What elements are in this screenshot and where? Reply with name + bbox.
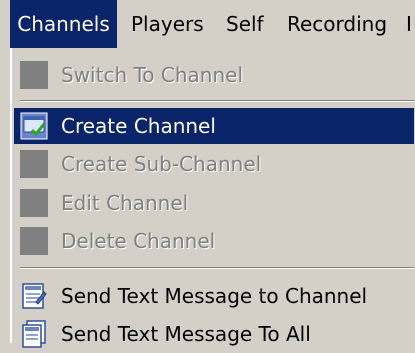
menu-item-send-text-message-to-channel[interactable]: Send Text Message to Channel xyxy=(14,278,414,314)
menu-item-label: Create Sub-Channel xyxy=(61,152,262,176)
message-all-icon xyxy=(20,320,48,348)
menu-item-label: Delete Channel xyxy=(61,229,216,253)
message-icon xyxy=(20,282,48,310)
menu-bar: Channels Players Self Recording I xyxy=(0,0,415,48)
menu-self[interactable]: Self xyxy=(226,0,264,48)
menu-item-label: Edit Channel xyxy=(61,191,189,215)
placeholder-icon xyxy=(20,61,48,89)
menu-item-label: Switch To Channel xyxy=(61,63,244,87)
create-channel-icon xyxy=(20,112,48,140)
menu-item-create-channel[interactable]: Create Channel xyxy=(14,108,414,144)
menu-item-switch-to-channel[interactable]: Switch To Channel xyxy=(14,57,414,93)
placeholder-icon xyxy=(20,150,48,178)
channels-dropdown-menu: Switch To Channel Create Channel Create … xyxy=(10,48,415,348)
menu-item-label: Send Text Message to Channel xyxy=(61,284,368,308)
menu-item-create-sub-channel[interactable]: Create Sub-Channel xyxy=(14,146,414,182)
menu-item-label: Create Channel xyxy=(61,114,216,138)
menu-separator xyxy=(20,100,414,102)
menu-channels[interactable]: Channels xyxy=(10,0,117,48)
menu-item-delete-channel[interactable]: Delete Channel xyxy=(14,223,414,259)
placeholder-icon xyxy=(20,189,48,217)
menu-recording[interactable]: Recording xyxy=(287,0,387,48)
menu-item-label: Send Text Message To All xyxy=(61,322,311,346)
menu-item-send-text-message-to-all[interactable]: Send Text Message To All xyxy=(14,316,414,352)
menu-players[interactable]: Players xyxy=(131,0,204,48)
placeholder-icon xyxy=(20,227,48,255)
menu-truncated[interactable]: I xyxy=(406,0,412,48)
menu-separator xyxy=(20,267,414,269)
menu-item-edit-channel[interactable]: Edit Channel xyxy=(14,185,414,221)
